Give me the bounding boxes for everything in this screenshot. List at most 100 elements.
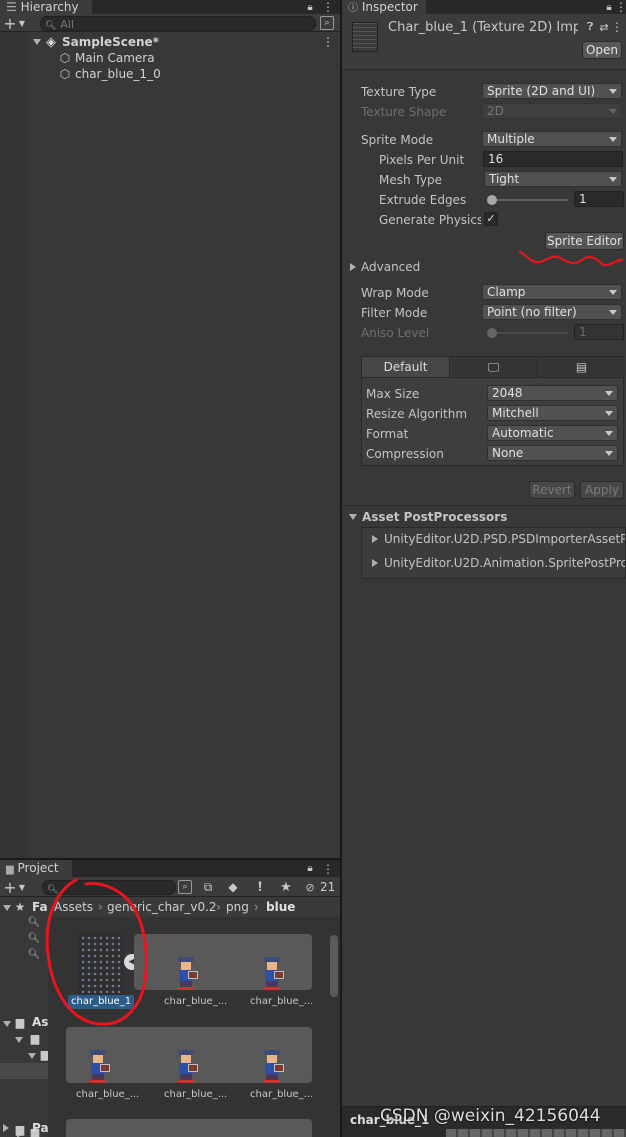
add-icon[interactable]: + bbox=[3, 877, 16, 897]
gameobject-cube-icon: ⬡ bbox=[59, 67, 71, 81]
advanced-expand-arrow[interactable] bbox=[350, 263, 356, 271]
filter-mode-dropdown[interactable]: Point (no filter) bbox=[482, 304, 622, 320]
packages-expand-arrow[interactable] bbox=[3, 1124, 9, 1132]
character-sprite-thumbnail[interactable] bbox=[258, 1048, 288, 1084]
lock-icon[interactable]: 🔒︎ bbox=[604, 0, 614, 14]
label-tag-icon[interactable]: ◆ bbox=[225, 878, 241, 896]
generate-physics-checkbox[interactable]: ✓ bbox=[484, 212, 498, 226]
lock-icon[interactable]: 🔒︎ bbox=[304, 860, 316, 877]
postprocessor-item[interactable]: UnityEditor.U2D.Animation.SpritePostProc… bbox=[384, 555, 625, 571]
add-icon[interactable]: + bbox=[3, 14, 16, 33]
resize-algorithm-dropdown[interactable]: Mitchell bbox=[487, 405, 618, 421]
favorite-star-icon[interactable]: ★ bbox=[278, 878, 294, 896]
inspector-tabbar: ⓘ Inspector 🔒︎ ⋮ bbox=[342, 0, 626, 14]
postprocessors-expand-arrow[interactable] bbox=[349, 514, 357, 520]
warning-icon[interactable]: ❗︎ bbox=[252, 878, 268, 896]
postprocessor-expand-arrow[interactable] bbox=[372, 535, 378, 543]
extrude-edges-label: Extrude Edges bbox=[379, 193, 467, 207]
character-sprite-thumbnail[interactable] bbox=[172, 1048, 202, 1084]
filter-mode-label: Filter Mode bbox=[361, 306, 428, 320]
sprite-face bbox=[267, 962, 277, 970]
chevron-down-icon bbox=[605, 411, 613, 416]
advanced-foldout-label[interactable]: Advanced bbox=[361, 259, 420, 275]
hierarchy-toolbar: + ▼ 🔍︎ All ⌕ bbox=[0, 14, 340, 33]
hierarchy-search-input[interactable]: 🔍︎ All bbox=[40, 16, 316, 31]
asset-label[interactable]: char_blue_... bbox=[154, 995, 227, 1009]
filter-mode-value: Point (no filter) bbox=[487, 305, 577, 319]
grid-scrollbar[interactable] bbox=[330, 935, 338, 997]
extrude-edges-slider-knob[interactable] bbox=[487, 195, 497, 205]
texture-type-label: Texture Type bbox=[361, 85, 437, 99]
asset-label[interactable]: char_blue_... bbox=[240, 995, 313, 1009]
extrude-edges-input[interactable]: 1 bbox=[574, 191, 624, 207]
sprite-face bbox=[181, 962, 191, 970]
chevron-down-icon[interactable]: ▼ bbox=[17, 877, 27, 897]
postprocessors-title[interactable]: Asset PostProcessors bbox=[362, 509, 507, 525]
sprite-face bbox=[267, 1055, 277, 1063]
monitor-icon[interactable]: 🖵 bbox=[450, 357, 538, 377]
sidebar-packages[interactable]: Pa bbox=[32, 1121, 49, 1135]
kebab-menu-icon[interactable]: ⋮ bbox=[611, 20, 623, 34]
apply-button[interactable]: Apply bbox=[580, 481, 624, 499]
kebab-menu-icon[interactable]: ⋮ bbox=[615, 0, 626, 14]
help-icon[interactable]: ❓︎ bbox=[584, 20, 596, 34]
search-options-icon[interactable]: ⌕ bbox=[320, 16, 334, 30]
search-icon[interactable]: 🔍︎ bbox=[28, 947, 41, 961]
breadcrumb-blue[interactable]: blue bbox=[266, 897, 295, 917]
hierarchy-item-main-camera[interactable]: Main Camera bbox=[75, 50, 155, 66]
format-dropdown[interactable]: Automatic bbox=[487, 425, 618, 441]
project-panel: ▆ Project 🔒︎ ⋮ + ▼ 🔍︎ ⌕ ⧉ ◆ ❗︎ ★ ⊘ 21 ★ … bbox=[0, 860, 340, 1137]
scene-expand-arrow[interactable] bbox=[33, 39, 41, 45]
open-button[interactable]: Open bbox=[582, 41, 622, 59]
sprite-mode-dropdown[interactable]: Multiple bbox=[482, 131, 622, 147]
folder-expand-arrow[interactable] bbox=[15, 1037, 23, 1043]
extrude-edges-slider-track[interactable] bbox=[488, 199, 568, 201]
asset-label[interactable]: char_blue_... bbox=[240, 1088, 313, 1102]
favorites-expand-arrow[interactable] bbox=[3, 905, 11, 911]
tab-divider bbox=[362, 377, 625, 378]
texture-type-dropdown[interactable]: Sprite (2D and UI) bbox=[482, 83, 622, 99]
sprite-face bbox=[181, 1055, 191, 1063]
kebab-menu-icon[interactable]: ⋮ bbox=[322, 0, 334, 14]
search-options-icon[interactable]: ⌕ bbox=[178, 880, 192, 894]
max-size-dropdown[interactable]: 2048 bbox=[487, 385, 618, 401]
character-sprite-thumbnail[interactable] bbox=[84, 1048, 114, 1084]
postprocessor-expand-arrow[interactable] bbox=[372, 559, 378, 567]
scene-name[interactable]: SampleScene* bbox=[62, 34, 159, 50]
character-sprite-thumbnail[interactable] bbox=[258, 955, 288, 991]
chevron-down-icon[interactable]: ▼ bbox=[17, 14, 27, 32]
search-icon[interactable]: 🔍︎ bbox=[28, 915, 41, 929]
asset-label[interactable]: char_blue_... bbox=[154, 1088, 227, 1102]
asset-label[interactable]: char_blue_... bbox=[66, 1088, 139, 1102]
postprocessor-item[interactable]: UnityEditor.U2D.PSD.PSDImporterAssetPos bbox=[384, 531, 625, 547]
character-sprite-thumbnail[interactable] bbox=[172, 955, 202, 991]
chevron-down-icon bbox=[609, 137, 617, 142]
sprite-face bbox=[93, 1055, 103, 1063]
breadcrumb-png[interactable]: png bbox=[226, 897, 249, 917]
platform-tab-default[interactable]: Default bbox=[362, 357, 450, 377]
server-icon[interactable]: ▤ bbox=[538, 357, 625, 377]
folder-icon: ▆ bbox=[15, 1015, 25, 1029]
compression-dropdown[interactable]: None bbox=[487, 445, 618, 461]
inspector-panel: ⓘ Inspector 🔒︎ ⋮ Char_blue_1 (Texture 2D… bbox=[342, 0, 626, 1137]
kebab-menu-icon[interactable]: ⋮ bbox=[322, 860, 334, 877]
search-icon[interactable]: 🔍︎ bbox=[28, 931, 41, 945]
assets-expand-arrow[interactable] bbox=[3, 1021, 11, 1027]
revert-button[interactable]: Revert bbox=[529, 481, 575, 499]
scene-kebab-icon[interactable]: ⋮ bbox=[322, 34, 334, 50]
folder-expand-arrow[interactable] bbox=[28, 1053, 36, 1059]
selected-folder-row[interactable] bbox=[0, 1063, 48, 1079]
tab-hierarchy[interactable]: ☰ Hierarchy bbox=[0, 0, 92, 14]
preset-icon[interactable]: ⇄ bbox=[598, 20, 610, 34]
sprite-boots bbox=[178, 1080, 194, 1083]
breadcrumb-separator: › bbox=[216, 900, 221, 914]
filter-type-icon[interactable]: ⧉ bbox=[200, 878, 216, 896]
pixels-per-unit-input[interactable]: 16 bbox=[483, 151, 623, 167]
tab-inspector[interactable]: ⓘ Inspector bbox=[342, 0, 426, 14]
lock-icon[interactable]: 🔒︎ bbox=[304, 0, 316, 14]
hierarchy-item-char-blue-1-0[interactable]: char_blue_1_0 bbox=[75, 66, 161, 82]
mesh-type-dropdown[interactable]: Tight bbox=[484, 171, 622, 187]
wrap-mode-dropdown[interactable]: Clamp bbox=[482, 284, 622, 300]
hidden-eye-icon[interactable]: ⊘ bbox=[302, 878, 318, 896]
resize-algorithm-label: Resize Algorithm bbox=[366, 407, 468, 421]
